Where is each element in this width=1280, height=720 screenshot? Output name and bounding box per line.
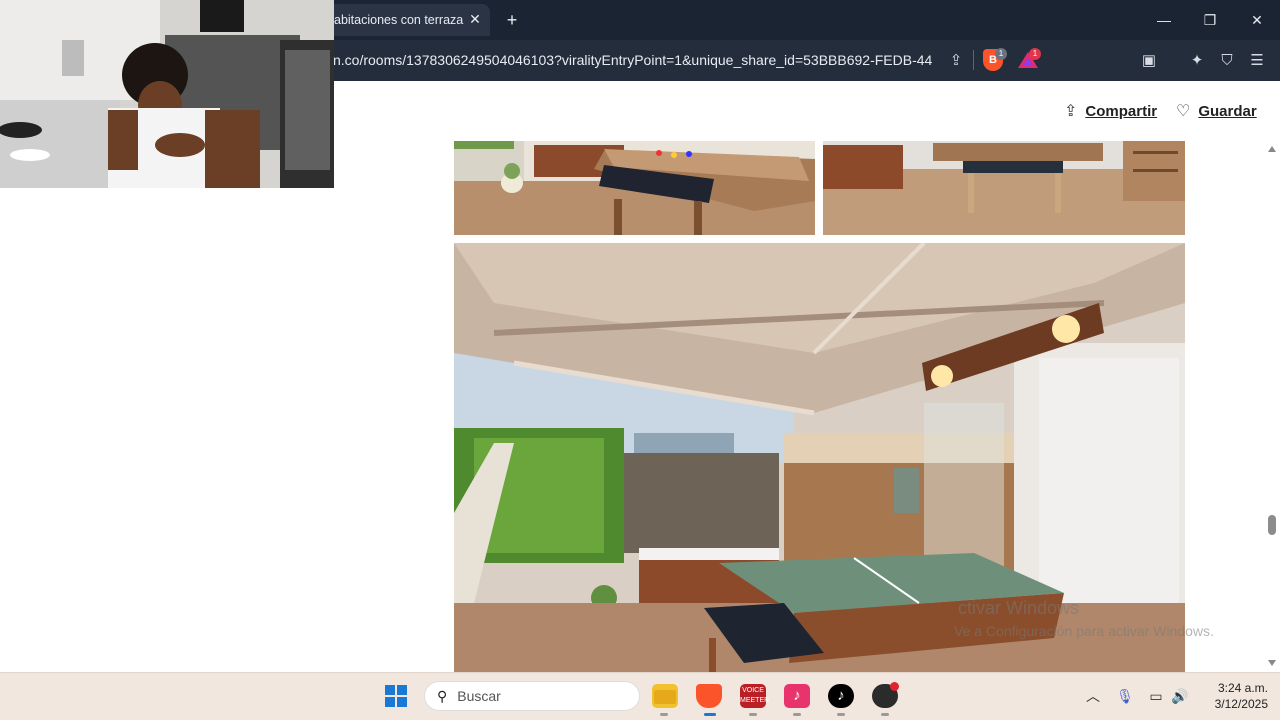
taskbar-clock[interactable]: 3:24 a.m. 3/12/2025	[1196, 680, 1268, 712]
scroll-down-arrow[interactable]	[1268, 660, 1276, 666]
tray-chevron-up-icon[interactable]: ︿	[1083, 686, 1103, 706]
menu-icon[interactable]: ☰	[1246, 50, 1268, 72]
restore-icon[interactable]: ❐	[1200, 10, 1220, 30]
listing-photo-billiards-1[interactable]	[454, 141, 815, 235]
shields-count-badge: 1	[995, 48, 1007, 60]
upload-icon: ⇪	[1064, 103, 1078, 120]
heart-icon: ♡	[1176, 103, 1191, 120]
explorer-indicator	[660, 713, 668, 716]
save-button[interactable]: ♡ Guardar	[1176, 101, 1257, 121]
address-divider	[973, 50, 974, 70]
share-label: Compartir	[1085, 102, 1158, 120]
save-label: Guardar	[1198, 102, 1257, 120]
microphone-icon[interactable]: 🎙	[1115, 686, 1135, 706]
scrollbar-thumb[interactable]	[1268, 515, 1276, 535]
tiktok-indicator	[837, 713, 845, 716]
webcam-overlay	[0, 0, 334, 188]
window-close-icon[interactable]: ✕	[1247, 10, 1267, 30]
clock-date: 3/12/2025	[1214, 697, 1268, 711]
share-page-icon[interactable]: ⇪	[945, 50, 967, 72]
scroll-up-arrow[interactable]	[1268, 146, 1276, 152]
activation-watermark-subtitle: Ve a Configuración para activar Windows.	[954, 623, 1214, 639]
tab-close-icon[interactable]: ✕	[466, 10, 484, 28]
brave-active-indicator	[704, 713, 716, 716]
tiktok-live-icon[interactable]: ♪	[784, 684, 810, 708]
rewards-count-badge: 1	[1029, 48, 1041, 60]
reader-mode-icon[interactable]: ▣	[1138, 50, 1160, 72]
vpn-shield-icon[interactable]: ⛉	[1216, 50, 1238, 72]
windows-start-icon[interactable]	[385, 685, 407, 707]
url-field[interactable]: n.co/rooms/1378306249504046103?viralityE…	[333, 52, 933, 70]
tiktok-live-indicator	[793, 713, 801, 716]
search-placeholder: Buscar	[457, 688, 501, 704]
search-icon: ⚲	[437, 687, 448, 704]
file-explorer-icon[interactable]	[652, 684, 678, 708]
obs-indicator	[881, 713, 889, 716]
obs-recording-dot	[890, 682, 899, 691]
activation-watermark-title: ctivar Windows	[958, 598, 1080, 618]
tiktok-icon[interactable]: ♪	[828, 684, 854, 708]
voicemeeter-icon[interactable]: VOICE MEETER	[740, 684, 769, 708]
voicemeeter-indicator	[749, 713, 757, 716]
screen: abitaciones con terraza ✕ + — ❐ ✕ n.co/r…	[0, 0, 1280, 720]
tab-title: abitaciones con terraza	[334, 13, 464, 27]
share-button[interactable]: ⇪ Compartir	[1064, 101, 1157, 121]
brave-taskbar-icon[interactable]	[696, 684, 722, 708]
page-scrollbar[interactable]	[1264, 140, 1280, 672]
browser-tab[interactable]: abitaciones con terraza	[320, 4, 490, 36]
clock-time: 3:24 a.m.	[1217, 681, 1268, 695]
volume-icon[interactable]: 🔊	[1170, 686, 1190, 706]
minimize-icon[interactable]: —	[1154, 10, 1174, 30]
new-tab-icon[interactable]: +	[502, 10, 522, 30]
network-icon[interactable]: ▭	[1146, 686, 1166, 706]
listing-photo-billiards-2[interactable]	[823, 141, 1185, 235]
leo-ai-icon[interactable]: ✦	[1186, 50, 1208, 72]
taskbar-search[interactable]: ⚲ Buscar	[424, 681, 640, 711]
